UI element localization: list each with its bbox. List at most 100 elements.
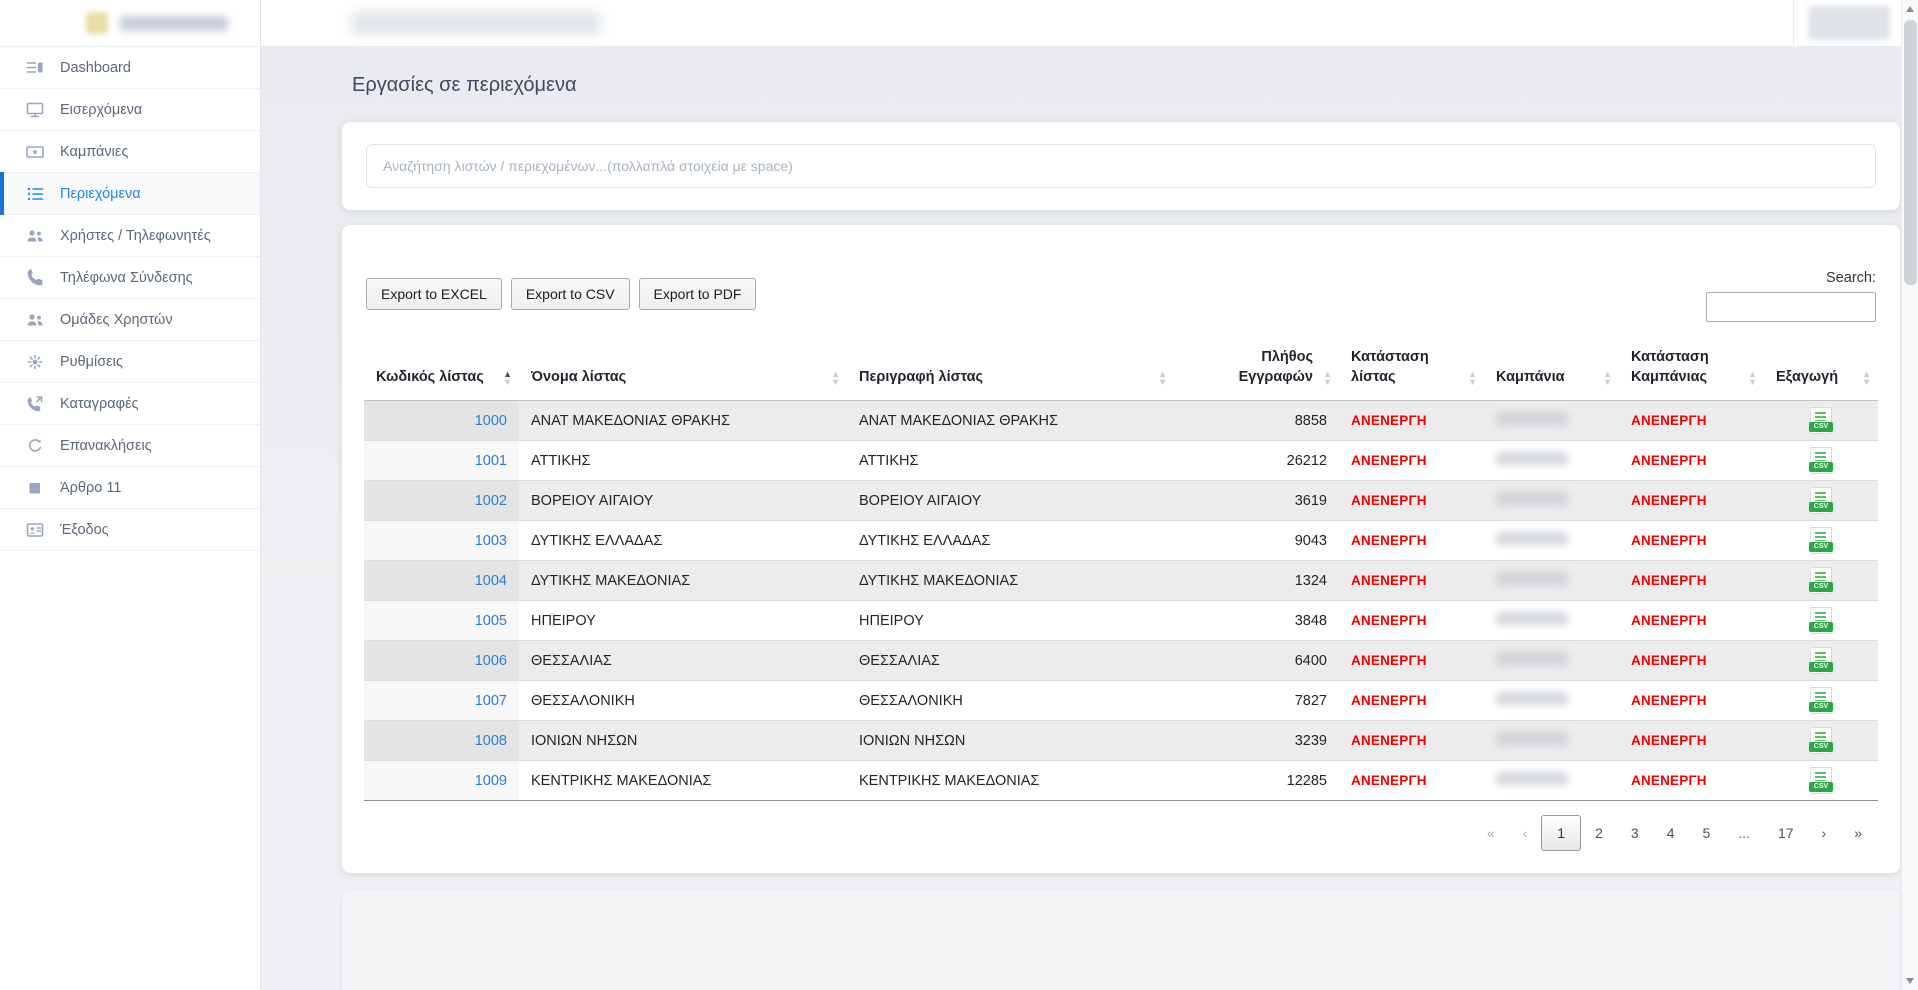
csv-file-icon[interactable]: CSV — [1810, 407, 1832, 434]
sidebar-item-καμπάνιες[interactable]: Καμπάνιες — [0, 131, 260, 173]
lists-filter-input[interactable] — [366, 144, 1876, 188]
sidebar-item-καταγραφές[interactable]: Καταγραφές — [0, 383, 260, 425]
list-description-cell: ΘΕΣΣΑΛΟΝΙΚΗ — [847, 681, 1174, 721]
sidebar-item-άρθρο-11[interactable]: Άρθρο 11 — [0, 467, 260, 509]
campaign-name-redacted — [1496, 692, 1568, 705]
record-count-cell: 9043 — [1174, 521, 1339, 561]
scrollbar-down-arrow-icon[interactable] — [1906, 978, 1914, 984]
sidebar-item-επανακλήσεις[interactable]: Επανακλήσεις — [0, 425, 260, 467]
sidebar-item-dashboard[interactable]: Dashboard — [0, 47, 260, 89]
list-name-cell: ΗΠΕΙΡΟΥ — [519, 601, 847, 641]
redial-icon — [25, 436, 45, 456]
table-body: 1000ΑΝΑΤ ΜΑΚΕΔΟΝΙΑΣ ΘΡΑΚΗΣΑΝΑΤ ΜΑΚΕΔΟΝΙΑ… — [364, 401, 1878, 801]
sidebar-item-ρυθμίσεις[interactable]: Ρυθμίσεις — [0, 341, 260, 383]
sort-arrows-icon: ▲▼ — [1158, 370, 1167, 386]
list-code-link[interactable]: 1009 — [475, 773, 507, 789]
column-header-2[interactable]: Περιγραφή λίστας▲▼ — [847, 340, 1174, 401]
user-group-icon — [25, 310, 45, 330]
page-button-»[interactable]: » — [1840, 816, 1876, 850]
brand-logo[interactable] — [0, 0, 260, 47]
page-button-3[interactable]: 3 — [1617, 816, 1653, 850]
list-icon — [25, 184, 45, 204]
sidebar-item-τηλέφωνα-σύνδεσης[interactable]: Τηλέφωνα Σύνδεσης — [0, 257, 260, 299]
export-cell: CSV — [1764, 681, 1878, 721]
table-search-input[interactable] — [1706, 292, 1876, 322]
page-button-17[interactable]: 17 — [1764, 816, 1808, 850]
sidebar-item-label: Dashboard — [60, 60, 131, 76]
list-description-cell: ΗΠΕΙΡΟΥ — [847, 601, 1174, 641]
campaign-name-redacted — [1496, 572, 1568, 585]
list-code-link[interactable]: 1004 — [475, 573, 507, 589]
sidebar-item-label: Χρήστες / Τηλεφωνητές — [60, 228, 211, 244]
page-button-«: « — [1473, 816, 1509, 850]
campaign-status-cell: ΑΝΕΝΕΡΓΗ — [1619, 601, 1764, 641]
campaign-status-cell: ΑΝΕΝΕΡΓΗ — [1619, 561, 1764, 601]
pagination: «‹12345...17›» — [366, 815, 1876, 851]
campaign-cell — [1484, 641, 1619, 681]
export-excel-button[interactable]: Export to EXCEL — [366, 278, 502, 310]
list-name-cell: ΔΥΤΙΚΗΣ ΕΛΛΑΔΑΣ — [519, 521, 847, 561]
csv-file-icon[interactable]: CSV — [1810, 487, 1832, 514]
campaign-name-redacted — [1496, 612, 1568, 625]
csv-file-icon[interactable]: CSV — [1810, 687, 1832, 714]
csv-file-icon[interactable]: CSV — [1810, 647, 1832, 674]
page-button-›[interactable]: › — [1808, 816, 1841, 850]
sidebar-item-label: Ρυθμίσεις — [60, 354, 123, 370]
list-code-link[interactable]: 1007 — [475, 693, 507, 709]
column-header-0[interactable]: Κωδικός λίστας▲▼ — [364, 340, 519, 401]
page-scrollbar[interactable] — [1901, 0, 1918, 990]
csv-file-icon[interactable]: CSV — [1810, 727, 1832, 754]
scrollbar-thumb[interactable] — [1904, 20, 1917, 285]
csv-file-icon[interactable]: CSV — [1810, 527, 1832, 554]
list-code-link[interactable]: 1006 — [475, 653, 507, 669]
sidebar-item-ομάδες-χρηστών[interactable]: Ομάδες Χρηστών — [0, 299, 260, 341]
campaign-cell — [1484, 561, 1619, 601]
table-row: 1001ΑΤΤΙΚΗΣΑΤΤΙΚΗΣ26212ΑΝΕΝΕΡΓΗΑΝΕΝΕΡΓΗC… — [364, 441, 1878, 481]
list-code-cell: 1002 — [364, 481, 519, 521]
list-code-link[interactable]: 1002 — [475, 493, 507, 509]
page-button-2[interactable]: 2 — [1581, 816, 1617, 850]
sort-arrows-icon: ▲▼ — [1603, 370, 1612, 386]
campaign-cell — [1484, 681, 1619, 721]
monitor-icon — [25, 100, 45, 120]
sort-arrows-icon: ▲▼ — [1862, 370, 1871, 386]
export-csv-button[interactable]: Export to CSV — [511, 278, 630, 310]
scrollbar-up-arrow-icon[interactable] — [1906, 6, 1914, 12]
csv-file-icon[interactable]: CSV — [1810, 447, 1832, 474]
sidebar-item-έξοδος[interactable]: Έξοδος — [0, 509, 260, 551]
list-code-link[interactable]: 1000 — [475, 413, 507, 429]
column-header-7[interactable]: Εξαγωγή▲▼ — [1764, 340, 1878, 401]
sidebar-item-χρήστες-τηλεφωνητές[interactable]: Χρήστες / Τηλεφωνητές — [0, 215, 260, 257]
list-status-cell: ΑΝΕΝΕΡΓΗ — [1339, 641, 1484, 681]
page-button-1[interactable]: 1 — [1541, 815, 1581, 851]
page-button-5[interactable]: 5 — [1688, 816, 1724, 850]
column-header-4[interactable]: Κατάσταση λίστας▲▼ — [1339, 340, 1484, 401]
sidebar-item-εισερχόμενα[interactable]: Εισερχόμενα — [0, 89, 260, 131]
list-code-cell: 1003 — [364, 521, 519, 561]
column-header-6[interactable]: Κατάσταση Καμπάνιας▲▼ — [1619, 340, 1764, 401]
campaign-cell — [1484, 601, 1619, 641]
export-cell: CSV — [1764, 481, 1878, 521]
square-icon — [25, 478, 45, 498]
csv-file-icon[interactable]: CSV — [1810, 607, 1832, 634]
column-header-1[interactable]: Όνομα λίστας▲▼ — [519, 340, 847, 401]
csv-file-icon[interactable]: CSV — [1810, 567, 1832, 594]
list-code-link[interactable]: 1003 — [475, 533, 507, 549]
list-code-link[interactable]: 1001 — [475, 453, 507, 469]
list-name-cell: ΒΟΡΕΙΟΥ ΑΙΓΑΙΟΥ — [519, 481, 847, 521]
sidebar-item-περιεχόμενα[interactable]: Περιεχόμενα — [0, 173, 260, 215]
list-name-cell: ΙΟΝΙΩΝ ΝΗΣΩΝ — [519, 721, 847, 761]
column-header-5[interactable]: Καμπάνια▲▼ — [1484, 340, 1619, 401]
column-header-3[interactable]: Πλήθος Εγγραφών▲▼ — [1174, 340, 1339, 401]
list-description-cell: ΚΕΝΤΡΙΚΗΣ ΜΑΚΕΔΟΝΙΑΣ — [847, 761, 1174, 801]
csv-file-icon[interactable]: CSV — [1810, 767, 1832, 794]
phone-icon — [25, 268, 45, 288]
user-badge-redacted[interactable] — [1808, 6, 1890, 40]
list-code-cell: 1009 — [364, 761, 519, 801]
export-pdf-button[interactable]: Export to PDF — [639, 278, 757, 310]
list-code-link[interactable]: 1008 — [475, 733, 507, 749]
list-code-link[interactable]: 1005 — [475, 613, 507, 629]
page-button-4[interactable]: 4 — [1653, 816, 1689, 850]
export-cell: CSV — [1764, 601, 1878, 641]
campaign-status-badge: ΑΝΕΝΕΡΓΗ — [1631, 533, 1707, 548]
